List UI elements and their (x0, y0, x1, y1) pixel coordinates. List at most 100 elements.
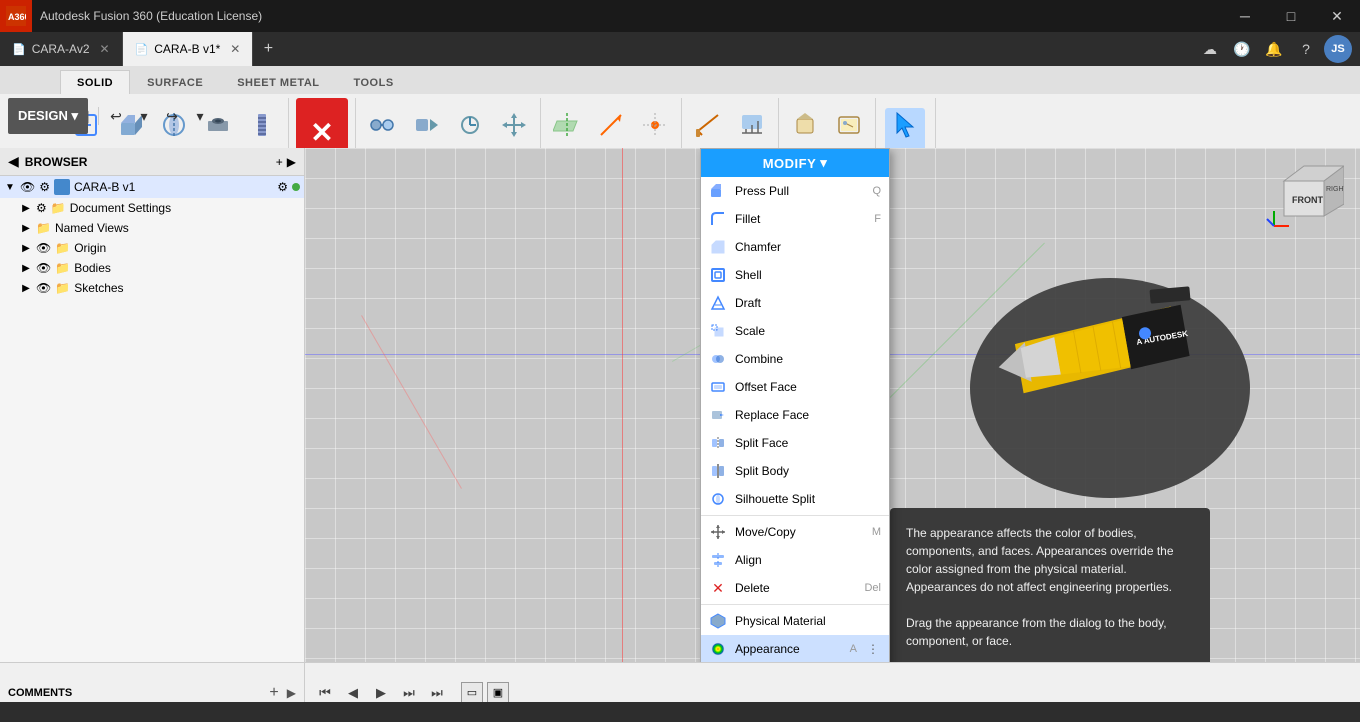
tree-item-named-views[interactable]: ▶ 📁 Named Views (0, 218, 304, 238)
maximize-button[interactable]: □ (1268, 0, 1314, 32)
cloud-icon[interactable]: ☁ (1196, 35, 1224, 63)
notification-icon[interactable]: 🔔 (1260, 35, 1288, 63)
menu-item-split-face[interactable]: Split Face (701, 429, 889, 457)
redo-button[interactable]: ↪ (159, 103, 185, 129)
redo-dropdown[interactable]: ▾ (187, 103, 213, 129)
comments-expand-button[interactable]: ▶ (287, 686, 296, 700)
nav-step-button[interactable]: ⏭ (397, 681, 421, 705)
menu-item-physical-material[interactable]: Physical Material (701, 607, 889, 635)
sidebar-expand-icon[interactable]: ▶ (287, 155, 296, 169)
tree-item-root[interactable]: ▼ 👁 ⚙ CARA-B v1 ⚙ (0, 176, 304, 198)
modify-dropdown-header[interactable]: MODIFY ▾ (701, 149, 889, 177)
tab-close-active-icon[interactable]: ✕ (230, 42, 240, 56)
menu-item-align[interactable]: Align (701, 546, 889, 574)
eye-icon-root[interactable]: 👁 (20, 180, 35, 194)
menu-item-split-body[interactable]: Split Body (701, 457, 889, 485)
eye-icon-bodies[interactable]: 👁 (36, 261, 51, 275)
chamfer-label: Chamfer (735, 240, 873, 254)
replace-face-icon (709, 406, 727, 424)
menu-item-appearance[interactable]: Appearance A ⋮ (701, 635, 889, 662)
tree-toggle-sketches[interactable]: ▶ (20, 283, 32, 294)
menu-item-combine[interactable]: Combine (701, 345, 889, 373)
menu-item-silhouette-split[interactable]: Silhouette Split (701, 485, 889, 513)
close-button[interactable]: ✕ (1314, 0, 1360, 32)
minimize-button[interactable]: ─ (1222, 0, 1268, 32)
ribbon-tab-tools[interactable]: TOOLS (336, 70, 410, 94)
tree-toggle-named-views[interactable]: ▶ (20, 223, 32, 234)
undo-button[interactable]: ↩ (103, 103, 129, 129)
tab-label-active: CARA-B v1* (154, 42, 220, 56)
view-mode-sketch[interactable]: ▭ (461, 682, 483, 704)
tree-toggle-bodies[interactable]: ▶ (20, 263, 32, 274)
menu-item-delete[interactable]: ✕ Delete Del (701, 574, 889, 602)
split-body-label: Split Body (735, 464, 873, 478)
tab-cara-av2[interactable]: 📄 CARA-Av2 ✕ (0, 32, 123, 66)
ribbon-tab-solid[interactable]: SOLID (60, 70, 130, 94)
view-mode-3d[interactable]: ▣ (487, 682, 509, 704)
appearance-key: A (850, 643, 857, 655)
appearance-extra-icon[interactable]: ⋮ (865, 641, 881, 657)
tree-item-sketches[interactable]: ▶ 👁 📁 Sketches (0, 278, 304, 298)
tree-toggle-origin[interactable]: ▶ (20, 243, 32, 254)
axis-icon (597, 111, 625, 145)
tooltip-text2: Drag the appearance from the dialog to t… (906, 614, 1194, 650)
nav-last-button[interactable]: ⏭ (425, 681, 449, 705)
nav-first-button[interactable]: ⏮ (313, 681, 337, 705)
menu-item-scale[interactable]: Scale (701, 317, 889, 345)
ribbon-tab-surface[interactable]: SURFACE (130, 70, 220, 94)
menu-item-replace-face[interactable]: Replace Face (701, 401, 889, 429)
tab-add-button[interactable]: + (253, 32, 283, 66)
eye-icon-origin[interactable]: 👁 (36, 241, 51, 255)
analysis-icon (738, 111, 766, 145)
ribbon-tab-sheet-metal[interactable]: SHEET METAL (220, 70, 336, 94)
align-label: Align (735, 553, 873, 567)
menu-item-fillet[interactable]: Fillet F (701, 205, 889, 233)
separator (98, 107, 99, 125)
folder-icon-bodies: 📁 (55, 261, 70, 275)
tree-item-origin[interactable]: ▶ 👁 📁 Origin (0, 238, 304, 258)
tree-item-bodies[interactable]: ▶ 👁 📁 Bodies (0, 258, 304, 278)
silhouette-split-label: Silhouette Split (735, 492, 873, 506)
align-icon (709, 551, 727, 569)
design-mode-button[interactable]: DESIGN ▾ (8, 98, 88, 134)
tree-toggle-root[interactable]: ▼ (4, 182, 16, 193)
help-icon[interactable]: ? (1292, 35, 1320, 63)
move-copy-icon (709, 523, 727, 541)
tree-label-named-views: Named Views (55, 221, 300, 235)
silhouette-split-icon (709, 490, 727, 508)
history-icon[interactable]: 🕐 (1228, 35, 1256, 63)
nav-play-button[interactable]: ▶ (369, 681, 393, 705)
tree-label-root: CARA-B v1 (74, 180, 273, 194)
menu-item-chamfer[interactable]: Chamfer (701, 233, 889, 261)
tree-toggle-doc[interactable]: ▶ (20, 203, 32, 214)
tree-item-doc-settings[interactable]: ▶ ⚙ 📁 Document Settings (0, 198, 304, 218)
tree-label-doc: Document Settings (70, 201, 300, 215)
replace-face-label: Replace Face (735, 408, 873, 422)
menu-item-shell[interactable]: Shell (701, 261, 889, 289)
nav-prev-button[interactable]: ◀ (341, 681, 365, 705)
split-body-icon (709, 462, 727, 480)
settings-icon-root[interactable]: ⚙ (277, 180, 288, 194)
user-avatar[interactable]: JS (1324, 35, 1352, 63)
eye-icon-sketches[interactable]: 👁 (36, 281, 51, 295)
canvas-viewport[interactable]: A AUTODESK FRONT RIGHT (305, 148, 1360, 662)
menu-item-draft[interactable]: Draft (701, 289, 889, 317)
viewcube[interactable]: FRONT RIGHT (1264, 156, 1344, 236)
window-controls: ─ □ ✕ (1222, 0, 1360, 32)
tab-cara-bv1[interactable]: 📄 CARA-B v1* ✕ (123, 32, 254, 66)
comments-add-button[interactable]: + (269, 684, 278, 702)
press-pull-label: Press Pull (735, 184, 864, 198)
sidebar-collapse-button[interactable]: ◀ (8, 153, 19, 170)
offset-face-icon (709, 378, 727, 396)
component-icon-root (54, 179, 70, 195)
undo-dropdown[interactable]: ▾ (131, 103, 157, 129)
tab-close-icon[interactable]: ✕ (100, 42, 110, 56)
scale-label: Scale (735, 324, 873, 338)
menu-separator-1 (701, 515, 889, 516)
menu-item-offset-face[interactable]: Offset Face (701, 373, 889, 401)
menu-item-move-copy[interactable]: Move/Copy M (701, 518, 889, 546)
fillet-label: Fillet (735, 212, 866, 226)
menu-item-press-pull[interactable]: Press Pull Q (701, 177, 889, 205)
sidebar-add-button[interactable]: + (276, 155, 283, 169)
gear-icon-root[interactable]: ⚙ (39, 180, 50, 194)
